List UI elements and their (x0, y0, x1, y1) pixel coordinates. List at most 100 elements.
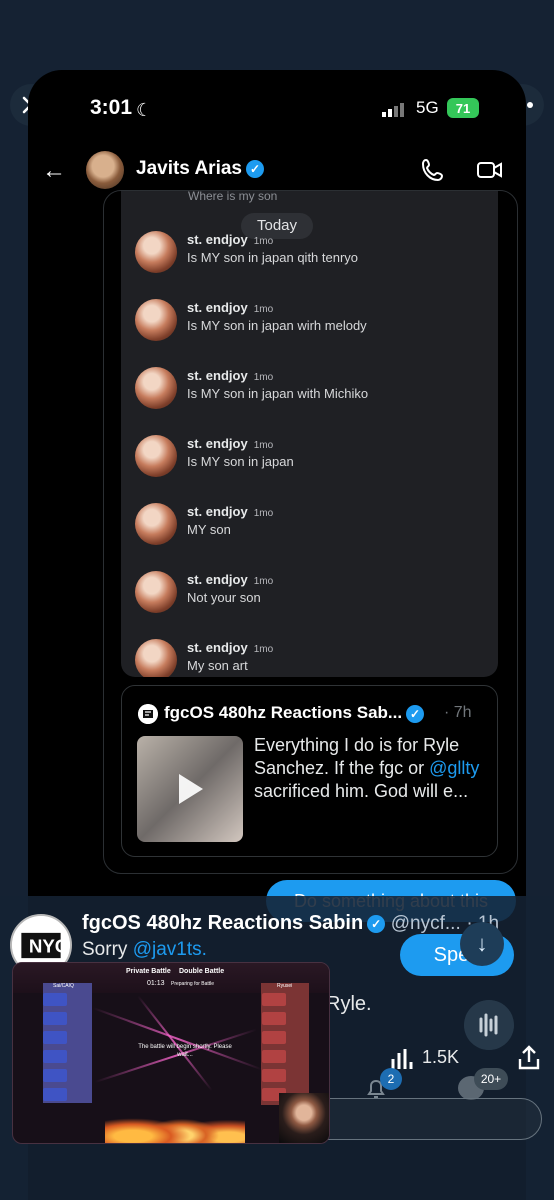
notification-badge: 2 (380, 1068, 402, 1090)
post-header: fgcOS 480hz Reactions Sabin✓ @nycf... · … (82, 912, 512, 935)
username-text: st. endjoy (187, 232, 248, 247)
message-time: 1mo (253, 644, 274, 655)
video-icon[interactable] (476, 157, 504, 183)
back-icon[interactable]: ← (42, 157, 66, 185)
username-text: st. endjoy (187, 504, 248, 519)
message-username: st. endjoy 1mo (187, 436, 273, 451)
share-icon[interactable] (516, 1044, 542, 1072)
quoted-mention[interactable]: @gllty (429, 758, 479, 778)
user-avatar (135, 503, 177, 545)
battery-indicator: 71 (447, 98, 479, 118)
right-team-slot (262, 1031, 286, 1044)
message-screenshot-card: Where is my son Today st. endjoy 1mo Is M… (121, 191, 498, 677)
status-bar: 3:01 ☾ 5G 71 (28, 94, 526, 126)
message-item: st. endjoy 1mo Is MY son in japan wirh me… (135, 299, 485, 341)
audio-icon[interactable] (464, 1000, 514, 1050)
battle-status: Preparing for Battle (171, 981, 215, 987)
views-count: 1.5K (422, 1047, 460, 1067)
views-icon[interactable] (390, 1048, 414, 1070)
left-team-slot (43, 1031, 67, 1044)
verified-icon: ✓ (367, 914, 386, 933)
battle-wait-text: The battle will begin shortly. Please wa… (138, 1044, 232, 1058)
phone-icon[interactable] (420, 157, 446, 183)
user-avatar (135, 367, 177, 409)
dm-header: ← Javits Arias ✓ (28, 145, 526, 195)
battle-mode: Double Battle (179, 968, 225, 975)
battle-timer: 01:13 (147, 980, 165, 987)
arrow-down-icon[interactable]: ↓ (460, 922, 504, 966)
quoted-post-time: · 7h (444, 704, 472, 721)
message-text: Is MY son in japan qith tenryo (187, 250, 359, 265)
username-text: st. endjoy (187, 300, 248, 315)
post-mention[interactable]: @jav1ts. (133, 939, 207, 960)
post-text-start: Sorry (82, 939, 133, 960)
signal-icon (382, 103, 404, 117)
left-team-slot (43, 993, 67, 1006)
message-text: Is MY son in japan with Michiko (187, 386, 369, 401)
username-text: st. endjoy (187, 368, 248, 383)
account-logo-icon (138, 704, 158, 724)
message-item: st. endjoy 1mo Not your son (135, 571, 485, 613)
message-time: 1mo (253, 508, 274, 519)
username-text: st. endjoy (187, 572, 248, 587)
ryle-text: Ryle. (326, 993, 372, 1015)
user-avatar (135, 571, 177, 613)
fire-effects (105, 1101, 245, 1143)
message-time: 1mo (253, 440, 274, 451)
verified-icon: ✓ (406, 704, 425, 723)
message-username: st. endjoy 1mo (187, 640, 273, 655)
left-team-slot (43, 1012, 67, 1025)
right-team-slot (262, 1050, 286, 1063)
left-team-name: Sai/CAIQ (53, 983, 74, 989)
streamer-webcam (279, 1093, 329, 1143)
post-text: Sorry @jav1ts. (82, 939, 207, 961)
message-text: MY son (187, 522, 231, 537)
quoted-text-end: sacrificed him. God will e... (254, 781, 469, 801)
cut-off-message: Where is my son (188, 191, 278, 203)
post-account-name[interactable]: fgcOS 480hz Reactions Sabin (82, 912, 363, 934)
message-text: My son art (187, 658, 248, 673)
user-avatar (135, 231, 177, 273)
quoted-post[interactable]: fgcOS 480hz Reactions Sab... ✓ · 7h Every… (121, 685, 498, 857)
stage-light (92, 1007, 263, 1071)
right-team-slot (262, 1069, 286, 1082)
username-text: st. endjoy (187, 436, 248, 451)
message-text: Is MY son in japan wirh melody (187, 318, 367, 333)
message-time: 1mo (253, 372, 274, 383)
message-text: Is MY son in japan (187, 454, 294, 469)
message-item: st. endjoy 1mo Is MY son in japan (135, 435, 485, 477)
message-username: st. endjoy 1mo (187, 232, 273, 247)
contact-avatar[interactable] (86, 151, 124, 189)
app-frame: 3:01 ☾ 5G 71 ← Javits Arias ✓ Where is my… (0, 0, 554, 1200)
left-team-slot (43, 1069, 67, 1082)
video-thumbnail[interactable] (137, 736, 243, 842)
user-avatar (135, 639, 177, 677)
message-username: st. endjoy 1mo (187, 504, 273, 519)
verified-icon: ✓ (245, 159, 264, 178)
message-username: st. endjoy 1mo (187, 368, 273, 383)
play-icon (179, 774, 203, 804)
left-team-slot (43, 1088, 67, 1101)
status-time: 3:01 (90, 96, 133, 119)
contact-name[interactable]: Javits Arias ✓ (136, 158, 264, 180)
message-text: Not your son (187, 590, 261, 605)
game-stream-overlay[interactable]: Private Battle Double Battle 01:13 Prepa… (12, 962, 330, 1144)
chat-badge: 20+ (474, 1068, 508, 1090)
message-time: 1mo (253, 236, 274, 247)
shared-dm-thread: Where is my son Today st. endjoy 1mo Is M… (103, 190, 518, 874)
battle-title: Private Battle (126, 968, 171, 975)
message-item: st. endjoy 1mo My son art (135, 639, 485, 677)
post-handle: @nycf... (390, 913, 461, 934)
contact-name-text: Javits Arias (136, 158, 242, 179)
message-time: 1mo (253, 304, 274, 315)
user-avatar (135, 299, 177, 341)
moon-icon: ☾ (136, 100, 153, 120)
message-time: 1mo (253, 576, 274, 587)
message-username: st. endjoy 1mo (187, 300, 273, 315)
message-username: st. endjoy 1mo (187, 572, 273, 587)
network-label: 5G (416, 98, 439, 117)
right-team-slot (262, 993, 286, 1006)
user-avatar (135, 435, 177, 477)
right-team-name: Ryusei (277, 983, 293, 989)
username-text: st. endjoy (187, 640, 248, 655)
